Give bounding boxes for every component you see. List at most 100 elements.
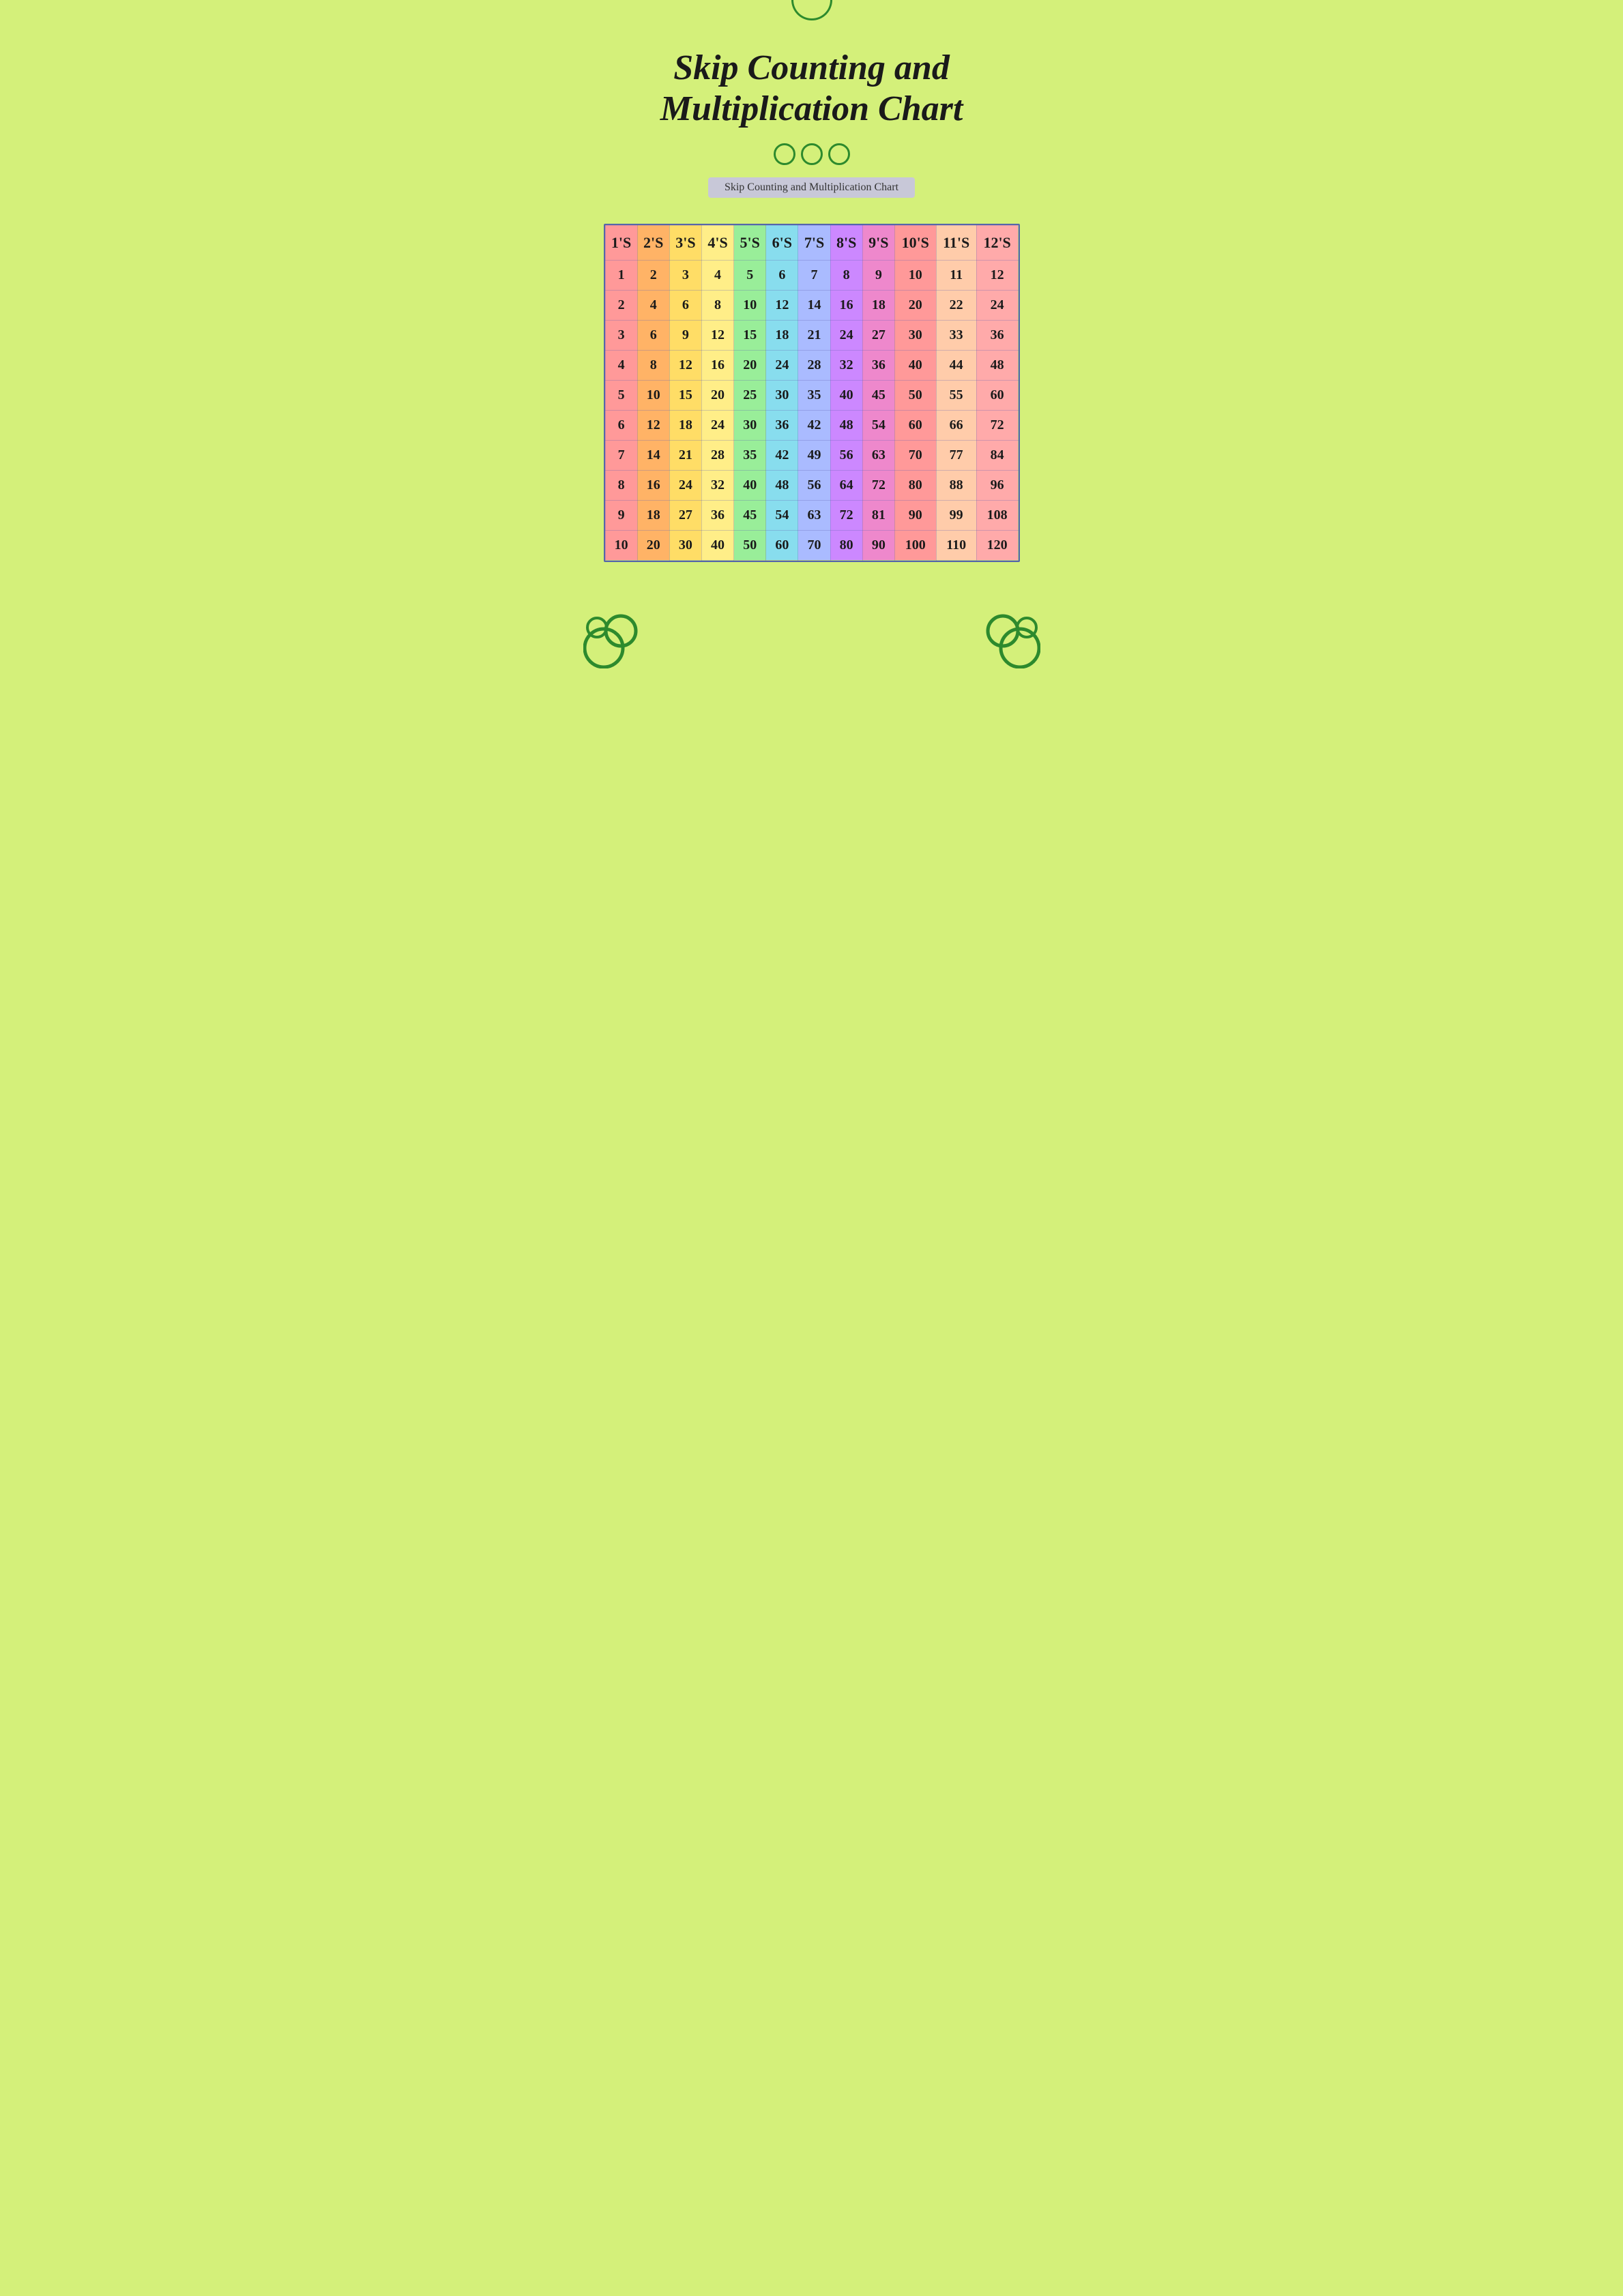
- cell-r1-c3: 3: [669, 260, 701, 290]
- cell-r10-c8: 80: [830, 530, 862, 560]
- cell-r8-c5: 40: [734, 470, 766, 500]
- cell-r9-c7: 63: [798, 500, 830, 530]
- cell-r8-c7: 56: [798, 470, 830, 500]
- cell-r8-c10: 80: [894, 470, 936, 500]
- cell-r6-c4: 24: [701, 410, 733, 440]
- cell-r2-c12: 24: [976, 290, 1018, 320]
- cell-r2-c1: 2: [605, 290, 637, 320]
- table-row: 51015202530354045505560: [605, 380, 1018, 410]
- circles-decoration: [604, 143, 1020, 165]
- cell-r6-c7: 42: [798, 410, 830, 440]
- table-row: 81624324048566472808896: [605, 470, 1018, 500]
- cell-r3-c7: 21: [798, 320, 830, 350]
- cell-r9-c3: 27: [669, 500, 701, 530]
- cell-r5-c2: 10: [637, 380, 669, 410]
- deco-top-circle: [791, 0, 832, 20]
- cell-r3-c12: 36: [976, 320, 1018, 350]
- cell-r2-c5: 10: [734, 290, 766, 320]
- cell-r5-c4: 20: [701, 380, 733, 410]
- cell-r5-c5: 25: [734, 380, 766, 410]
- cell-r9-c6: 54: [766, 500, 798, 530]
- cell-r9-c11: 99: [936, 500, 976, 530]
- cell-r6-c6: 36: [766, 410, 798, 440]
- cell-r8-c3: 24: [669, 470, 701, 500]
- table-row: 123456789101112: [605, 260, 1018, 290]
- cell-r4-c4: 16: [701, 350, 733, 380]
- header-col-10: 10'S: [894, 225, 936, 260]
- cell-r7-c6: 42: [766, 440, 798, 470]
- chart-container: 1'S 2'S 3'S 4'S 5'S 6'S 7'S 8'S 9'S 10'S…: [604, 224, 1020, 562]
- cell-r5-c11: 55: [936, 380, 976, 410]
- cell-r5-c12: 60: [976, 380, 1018, 410]
- cell-r10-c4: 40: [701, 530, 733, 560]
- header-col-12: 12'S: [976, 225, 1018, 260]
- cell-r1-c5: 5: [734, 260, 766, 290]
- cell-r10-c3: 30: [669, 530, 701, 560]
- cell-r8-c6: 48: [766, 470, 798, 500]
- cell-r10-c2: 20: [637, 530, 669, 560]
- cell-r3-c11: 33: [936, 320, 976, 350]
- cell-r10-c12: 120: [976, 530, 1018, 560]
- cell-r1-c11: 11: [936, 260, 976, 290]
- cell-r9-c9: 81: [862, 500, 894, 530]
- cell-r4-c7: 28: [798, 350, 830, 380]
- cell-r2-c8: 16: [830, 290, 862, 320]
- cell-r3-c10: 30: [894, 320, 936, 350]
- cell-r4-c2: 8: [637, 350, 669, 380]
- cell-r7-c3: 21: [669, 440, 701, 470]
- cell-r2-c7: 14: [798, 290, 830, 320]
- main-title: Skip Counting and Multiplication Chart: [604, 48, 1020, 130]
- title-section: Skip Counting and Multiplication Chart: [604, 48, 1020, 130]
- header-col-2: 2'S: [637, 225, 669, 260]
- cell-r1-c7: 7: [798, 260, 830, 290]
- cell-r7-c4: 28: [701, 440, 733, 470]
- table-row: 71421283542495663707784: [605, 440, 1018, 470]
- cell-r7-c2: 14: [637, 440, 669, 470]
- deco-bottom-left: [583, 607, 645, 672]
- cell-r7-c1: 7: [605, 440, 637, 470]
- cell-r7-c12: 84: [976, 440, 1018, 470]
- cell-r1-c2: 2: [637, 260, 669, 290]
- header-col-5: 5'S: [734, 225, 766, 260]
- cell-r7-c11: 77: [936, 440, 976, 470]
- table-row: 102030405060708090100110120: [605, 530, 1018, 560]
- cell-r1-c9: 9: [862, 260, 894, 290]
- cell-r6-c5: 30: [734, 410, 766, 440]
- cell-r10-c11: 110: [936, 530, 976, 560]
- table-row: 61218243036424854606672: [605, 410, 1018, 440]
- deco-circle-2: [801, 143, 823, 165]
- cell-r1-c1: 1: [605, 260, 637, 290]
- cell-r7-c10: 70: [894, 440, 936, 470]
- cell-r6-c12: 72: [976, 410, 1018, 440]
- cell-r4-c1: 4: [605, 350, 637, 380]
- cell-r10-c6: 60: [766, 530, 798, 560]
- cell-r7-c8: 56: [830, 440, 862, 470]
- cell-r5-c1: 5: [605, 380, 637, 410]
- cell-r2-c2: 4: [637, 290, 669, 320]
- cell-r5-c9: 45: [862, 380, 894, 410]
- cell-r5-c7: 35: [798, 380, 830, 410]
- cell-r7-c5: 35: [734, 440, 766, 470]
- cell-r6-c1: 6: [605, 410, 637, 440]
- cell-r9-c1: 9: [605, 500, 637, 530]
- header-col-4: 4'S: [701, 225, 733, 260]
- header-col-7: 7'S: [798, 225, 830, 260]
- cell-r9-c8: 72: [830, 500, 862, 530]
- cell-r9-c5: 45: [734, 500, 766, 530]
- cell-r9-c2: 18: [637, 500, 669, 530]
- subtitle-box: Skip Counting and Multiplication Chart: [708, 177, 915, 198]
- cell-r4-c12: 48: [976, 350, 1018, 380]
- cell-r3-c4: 12: [701, 320, 733, 350]
- cell-r2-c3: 6: [669, 290, 701, 320]
- table-row: 24681012141618202224: [605, 290, 1018, 320]
- cell-r5-c8: 40: [830, 380, 862, 410]
- cell-r8-c2: 16: [637, 470, 669, 500]
- cell-r6-c10: 60: [894, 410, 936, 440]
- cell-r4-c8: 32: [830, 350, 862, 380]
- cell-r3-c1: 3: [605, 320, 637, 350]
- cell-r2-c10: 20: [894, 290, 936, 320]
- cell-r4-c5: 20: [734, 350, 766, 380]
- header-col-3: 3'S: [669, 225, 701, 260]
- table-body: 1234567891011122468101214161820222436912…: [605, 260, 1018, 560]
- cell-r6-c11: 66: [936, 410, 976, 440]
